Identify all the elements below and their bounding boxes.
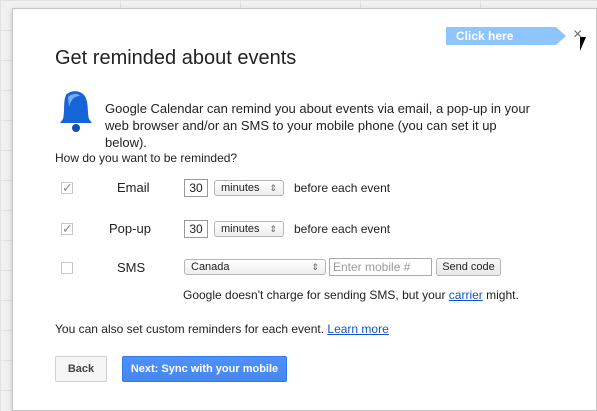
select-arrow-icon: ⇕ <box>311 262 319 272</box>
sms-note-suffix: might. <box>482 288 519 302</box>
reminder-setup-dialog: Get reminded about events Click here × G… <box>12 8 597 411</box>
email-checkbox[interactable] <box>61 180 73 196</box>
intro-text: Google Calendar can remind you about eve… <box>105 101 530 150</box>
next-sync-mobile-button[interactable]: Next: Sync with your mobile <box>122 356 287 382</box>
popup-after-text: before each event <box>294 222 391 236</box>
mobile-number-input[interactable]: Enter mobile # <box>329 258 432 276</box>
mouse-cursor-icon <box>580 37 592 51</box>
reminder-question: How do you want to be reminded? <box>55 151 238 165</box>
email-after-text: before each event <box>294 181 391 195</box>
sms-note: Google doesn't charge for sending SMS, b… <box>183 288 519 302</box>
dialog-title: Get reminded about events <box>55 47 297 69</box>
popup-minutes-input[interactable]: 30 <box>184 220 208 238</box>
email-unit-value: minutes <box>221 182 260 194</box>
popup-unit-select[interactable]: minutes ⇕ <box>214 221 284 237</box>
country-value: Canada <box>191 261 230 273</box>
popup-checkbox[interactable] <box>61 221 73 237</box>
send-code-button[interactable]: Send code <box>436 258 501 276</box>
custom-reminders-text: You can also set custom reminders for ea… <box>55 322 325 336</box>
country-select[interactable]: Canada ⇕ <box>184 259 326 275</box>
popup-unit-value: minutes <box>221 223 260 235</box>
select-arrow-icon: ⇕ <box>269 183 277 193</box>
popup-label: Pop-up <box>109 221 151 236</box>
email-unit-select[interactable]: minutes ⇕ <box>214 180 284 196</box>
learn-more-link[interactable]: Learn more <box>327 322 388 336</box>
sms-label: SMS <box>117 260 146 275</box>
bell-icon <box>60 91 92 132</box>
email-label: Email <box>117 180 150 195</box>
carrier-link[interactable]: carrier <box>449 288 483 302</box>
sms-checkbox[interactable] <box>61 262 73 274</box>
back-button[interactable]: Back <box>55 356 107 382</box>
sms-note-text: Google doesn't charge for sending SMS, b… <box>183 288 446 302</box>
select-arrow-icon: ⇕ <box>269 224 277 234</box>
email-minutes-input[interactable]: 30 <box>184 179 208 197</box>
click-here-callout: Click here <box>446 27 566 45</box>
custom-reminders-note: You can also set custom reminders for ea… <box>55 322 389 336</box>
